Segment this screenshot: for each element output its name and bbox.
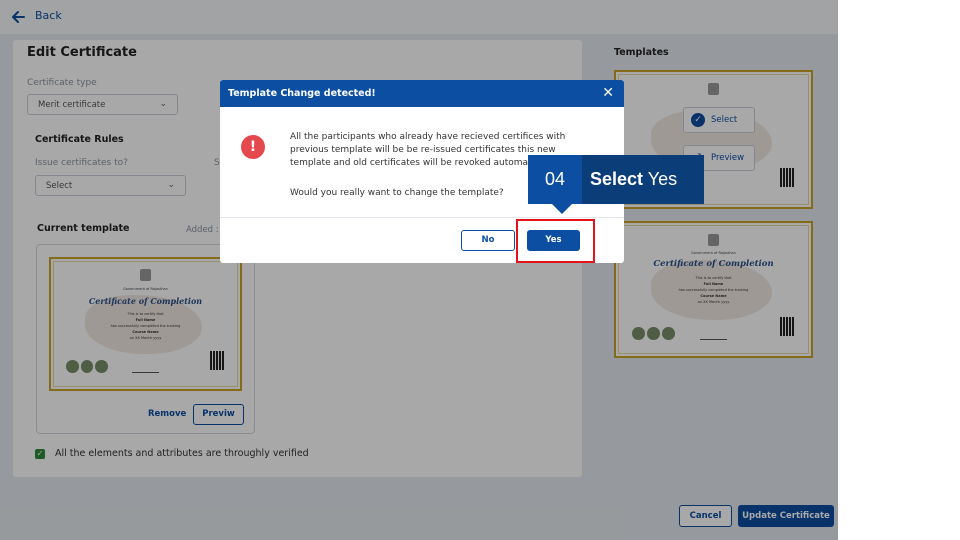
- callout-target: Yes: [647, 169, 678, 189]
- callout-action: Select: [590, 169, 644, 189]
- callout-step-number: 04: [528, 155, 582, 204]
- dialog-question: Would you really want to change the temp…: [290, 188, 504, 198]
- callout-text: Select Yes: [590, 169, 677, 190]
- dialog-header: Template Change detected! ✕: [220, 80, 624, 107]
- alert-icon: !: [241, 135, 265, 159]
- app-window: Back Edit Certificate Certificate type M…: [0, 0, 838, 540]
- close-icon[interactable]: ✕: [602, 84, 614, 102]
- dialog-title: Template Change detected!: [228, 88, 376, 99]
- blank-margin: [838, 0, 960, 540]
- yes-button-highlight: [516, 219, 595, 263]
- no-button[interactable]: No: [461, 230, 515, 251]
- step-callout: 04 Select Yes: [528, 155, 704, 204]
- dialog-divider: [220, 217, 624, 218]
- callout-pointer: [552, 204, 572, 214]
